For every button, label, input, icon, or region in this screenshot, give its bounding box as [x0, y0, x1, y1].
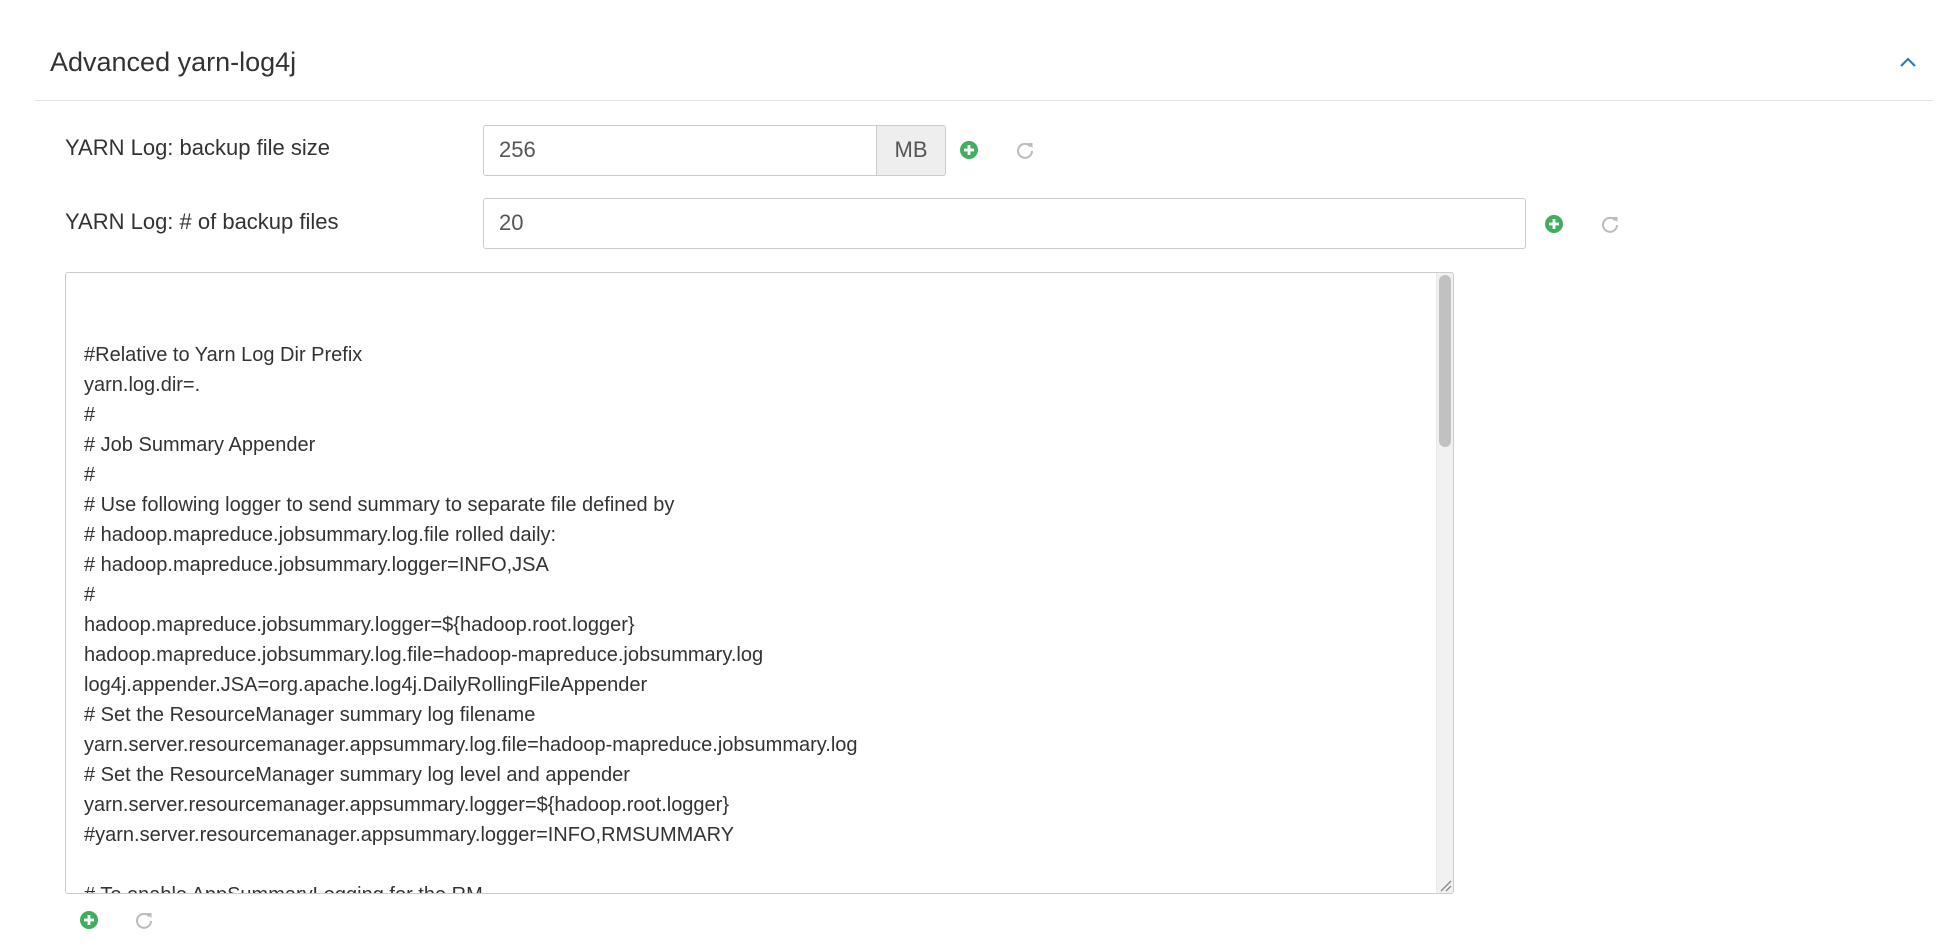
undo-icon[interactable]: [1600, 214, 1620, 234]
content-line: yarn.log.dir=.: [84, 374, 201, 396]
content-line: # Job Summary Appender: [84, 434, 316, 456]
content-line: #Relative to Yarn Log Dir Prefix: [84, 344, 363, 366]
backup-file-size-input[interactable]: 256: [483, 125, 877, 176]
content-textarea[interactable]: #Relative to Yarn Log Dir Prefix yarn.log…: [65, 272, 1454, 894]
plus-circle-icon[interactable]: [79, 910, 99, 930]
content-line: #: [84, 404, 96, 426]
content-line: # hadoop.mapreduce.jobsummary.logger=INF…: [84, 554, 549, 576]
backup-file-size-label: YARN Log: backup file size: [65, 135, 330, 160]
chevron-up-icon[interactable]: [1897, 52, 1919, 74]
content-line: # Use following logger to send summary t…: [84, 494, 675, 516]
undo-icon[interactable]: [1015, 140, 1035, 160]
backup-file-size-unit: MB: [877, 125, 946, 176]
content-line: # Set the ResourceManager summary log le…: [84, 764, 630, 786]
content-line: # Set the ResourceManager summary log fi…: [84, 704, 536, 726]
content-line: # hadoop.mapreduce.jobsummary.log.file r…: [84, 524, 557, 546]
panel-title: Advanced yarn-log4j: [50, 47, 297, 77]
content-line: yarn.server.resourcemanager.appsummary.l…: [84, 794, 730, 816]
resize-grip-icon[interactable]: [1438, 878, 1452, 892]
plus-circle-icon[interactable]: [1544, 214, 1564, 234]
content-line: [84, 310, 1424, 340]
content-line: hadoop.mapreduce.jobsummary.logger=${had…: [84, 614, 635, 636]
content-line: [84, 850, 1424, 880]
content-line: # To enable AppSummaryLogging for the RM…: [84, 880, 1424, 893]
scrollbar-thumb[interactable]: [1439, 275, 1451, 447]
content-text: #Relative to Yarn Log Dir Prefix yarn.log…: [84, 310, 1424, 893]
plus-circle-icon[interactable]: [959, 140, 979, 160]
undo-icon[interactable]: [134, 910, 154, 930]
content-line: #: [84, 584, 96, 606]
content-line: hadoop.mapreduce.jobsummary.log.file=had…: [84, 644, 764, 666]
content-line: #: [84, 464, 96, 486]
scrollbar-track[interactable]: [1436, 273, 1453, 893]
panel-header[interactable]: Advanced yarn-log4j: [35, 0, 1933, 101]
backup-files-count-input[interactable]: 20: [483, 198, 1526, 249]
content-line: yarn.server.resourcemanager.appsummary.l…: [84, 734, 858, 756]
backup-files-count-label: YARN Log: # of backup files: [65, 209, 339, 234]
content-line: #yarn.server.resourcemanager.appsummary.…: [84, 824, 735, 846]
content-line: log4j.appender.JSA=org.apache.log4j.Dail…: [84, 674, 648, 696]
